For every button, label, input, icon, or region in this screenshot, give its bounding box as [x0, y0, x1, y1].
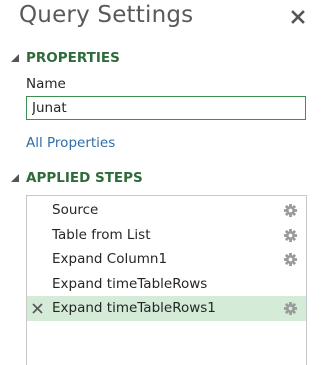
panel-title: Query Settings [19, 2, 194, 28]
applied-steps-list: Source Table from List Expand Column1 Ex… [26, 195, 307, 365]
step-label: Table from List [52, 227, 151, 243]
name-field[interactable] [26, 96, 306, 120]
applied-steps-section-header[interactable]: APPLIED STEPS [10, 169, 143, 187]
gear-icon[interactable] [283, 203, 298, 218]
step-item-expand-timetablerows[interactable]: Expand timeTableRows [27, 272, 306, 297]
properties-header: PROPERTIES [26, 50, 120, 66]
step-label: Expand timeTableRows1 [52, 300, 216, 316]
gear-icon[interactable] [283, 252, 298, 267]
all-properties-link[interactable]: All Properties [26, 135, 115, 151]
step-label: Expand Column1 [52, 251, 168, 267]
properties-section-header[interactable]: PROPERTIES [10, 49, 120, 67]
step-label: Expand timeTableRows [52, 276, 208, 292]
step-item-source[interactable]: Source [27, 198, 306, 223]
delete-step-icon[interactable] [32, 303, 43, 314]
step-item-expand-timetablerows1[interactable]: Expand timeTableRows1 [27, 296, 306, 321]
step-item-expand-column1[interactable]: Expand Column1 [27, 247, 306, 272]
step-label: Source [52, 202, 99, 218]
close-icon[interactable] [289, 8, 307, 26]
gear-icon[interactable] [283, 301, 298, 316]
step-item-table-from-list[interactable]: Table from List [27, 223, 306, 248]
collapse-triangle-icon[interactable] [10, 173, 20, 183]
applied-steps-header: APPLIED STEPS [26, 170, 143, 186]
name-label: Name [26, 76, 66, 92]
gear-icon[interactable] [283, 228, 298, 243]
collapse-triangle-icon[interactable] [10, 53, 20, 63]
